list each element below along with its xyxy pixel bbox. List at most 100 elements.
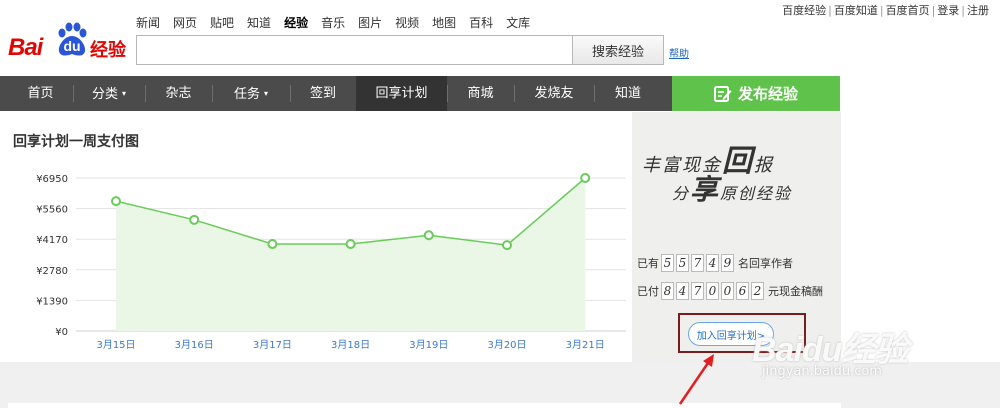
paid-suffix: 元现金稿酬: [768, 285, 823, 298]
data-point: [267, 239, 278, 250]
top-link[interactable]: 百度知道: [833, 4, 879, 17]
counter-digit: 8: [661, 282, 674, 300]
help-link[interactable]: 帮助: [669, 45, 689, 60]
main-nav-label: 签到: [309, 86, 336, 101]
main-nav-label: 首页: [27, 86, 54, 101]
red-arrow-icon: [678, 354, 714, 405]
data-point: [580, 173, 591, 183]
product-nav-item[interactable]: 知道: [247, 14, 271, 31]
search-input[interactable]: [136, 35, 573, 65]
main-nav-item[interactable]: 商城: [447, 76, 514, 111]
main-nav-label: 分类: [91, 87, 118, 102]
y-tick-label: ¥4170: [36, 235, 68, 246]
product-nav-item[interactable]: 音乐: [321, 14, 345, 31]
product-nav-item[interactable]: 经验: [284, 14, 308, 31]
counter-digit: 6: [736, 282, 749, 300]
slogan2-post: 原创经验: [720, 184, 793, 203]
counter-digit: 2: [751, 282, 764, 300]
x-tick-label: 3月17日: [253, 339, 292, 351]
publish-label: 发布经验: [737, 85, 798, 103]
main-nav-label: 任务: [233, 87, 260, 102]
baidu-watermark: Baidu经验 jingyan.baidu.com: [752, 322, 908, 379]
x-tick-label: 3月20日: [487, 339, 526, 351]
authors-prefix: 已有: [637, 257, 659, 270]
logo-text-jingyan: 经验: [90, 40, 126, 61]
counter-digit: 4: [676, 282, 689, 300]
main-nav-label: 杂志: [165, 86, 192, 101]
watermark-url: jingyan.baidu.com: [762, 364, 882, 379]
logo-text-du: du: [63, 38, 81, 54]
top-link[interactable]: 百度首页: [885, 4, 931, 17]
y-tick-label: ¥5560: [36, 205, 68, 216]
counter-digit: 9: [721, 254, 734, 272]
x-tick-label: 3月18日: [331, 339, 370, 351]
product-nav-item[interactable]: 视频: [395, 14, 419, 31]
main-nav-item[interactable]: 杂志: [145, 76, 212, 111]
main-nav-item[interactable]: 发烧友: [514, 76, 594, 111]
main-nav-item[interactable]: 任务 ▾: [212, 76, 290, 111]
y-tick-label: ¥0: [55, 327, 68, 338]
product-nav-item[interactable]: 文库: [506, 14, 530, 31]
data-point: [502, 240, 512, 251]
chevron-down-icon: ▾: [122, 89, 127, 98]
slogan2-big: 享: [690, 173, 721, 206]
data-point: [345, 239, 356, 250]
data-point: [111, 196, 121, 207]
product-nav-item[interactable]: 图片: [358, 14, 382, 31]
counter-digit: 7: [691, 254, 704, 272]
chevron-down-icon: ▾: [264, 89, 269, 98]
product-nav-item[interactable]: 贴吧: [210, 14, 234, 31]
top-link[interactable]: 百度经验: [781, 4, 827, 17]
main-nav-label: 知道: [614, 86, 641, 101]
main-nav-label: 发烧友: [534, 86, 574, 101]
main-nav-item[interactable]: 首页: [8, 76, 73, 111]
top-links: 百度经验 | 百度知道 | 百度首页 | 登录 | 注册: [781, 2, 990, 18]
link-separator: |: [828, 4, 832, 17]
main-nav-label: 回享计划: [375, 86, 428, 101]
authors-counter: 已有 55749 名回享作者: [637, 254, 793, 272]
search-button[interactable]: 搜索经验: [572, 35, 664, 65]
weekly-payment-chart: ¥0 ¥1390 ¥2780 ¥4170 ¥5560 ¥6950 3月15日 3月16日 3月1…: [36, 173, 626, 351]
area-fill: [116, 178, 586, 331]
product-nav-item[interactable]: 网页: [173, 14, 197, 31]
product-nav-item[interactable]: 百科: [469, 14, 493, 31]
main-nav-label: 商城: [467, 86, 494, 101]
counter-digit: 0: [721, 282, 734, 300]
counter-digit: 5: [661, 254, 674, 272]
y-tick-label: ¥1390: [36, 296, 68, 307]
link-separator: |: [879, 4, 884, 17]
authors-digits: 55749: [661, 254, 736, 272]
x-tick-label: 3月21日: [566, 339, 605, 351]
counter-digit: 7: [691, 282, 704, 300]
product-nav-item[interactable]: 地图: [432, 14, 456, 31]
x-tick-label: 3月19日: [409, 339, 448, 351]
edit-icon: [713, 85, 732, 102]
paid-digits: 8470062: [661, 282, 766, 300]
slogan-line2: 分享原创经验: [672, 168, 792, 208]
y-tick-label: ¥6950: [36, 174, 68, 185]
y-tick-label: ¥2780: [36, 266, 68, 277]
product-nav-item[interactable]: 新闻: [136, 14, 160, 31]
authors-suffix: 名回享作者: [738, 257, 793, 270]
paid-counter: 已付 8470062 元现金稿酬: [637, 282, 823, 300]
main-nav-item[interactable]: 签到: [290, 76, 356, 111]
counter-digit: 4: [706, 254, 719, 272]
main-nav-item[interactable]: 知道: [594, 76, 662, 111]
x-tick-label: 3月16日: [175, 339, 214, 351]
baidu-jingyan-logo[interactable]: Bai du 经验: [8, 20, 130, 62]
data-point: [189, 214, 200, 225]
right-blank: [841, 76, 1000, 362]
product-nav: 新闻 网页 贴吧 知道 经验 音乐 图片 视频 地图 百科 文库: [136, 14, 543, 31]
counter-digit: 0: [706, 282, 719, 300]
top-link[interactable]: 注册: [966, 4, 990, 17]
top-link[interactable]: 登录: [936, 4, 960, 17]
main-nav-item[interactable]: 回享计划: [356, 76, 447, 111]
paid-prefix: 已付: [637, 285, 659, 298]
publish-button[interactable]: 发布经验: [672, 76, 840, 111]
x-tick-label: 3月15日: [96, 339, 135, 351]
counter-digit: 5: [676, 254, 689, 272]
data-point: [423, 230, 434, 241]
logo-text-bai: Bai: [8, 34, 43, 61]
slogan2-pre: 分: [672, 184, 691, 203]
main-nav-item[interactable]: 分类 ▾: [73, 76, 145, 111]
